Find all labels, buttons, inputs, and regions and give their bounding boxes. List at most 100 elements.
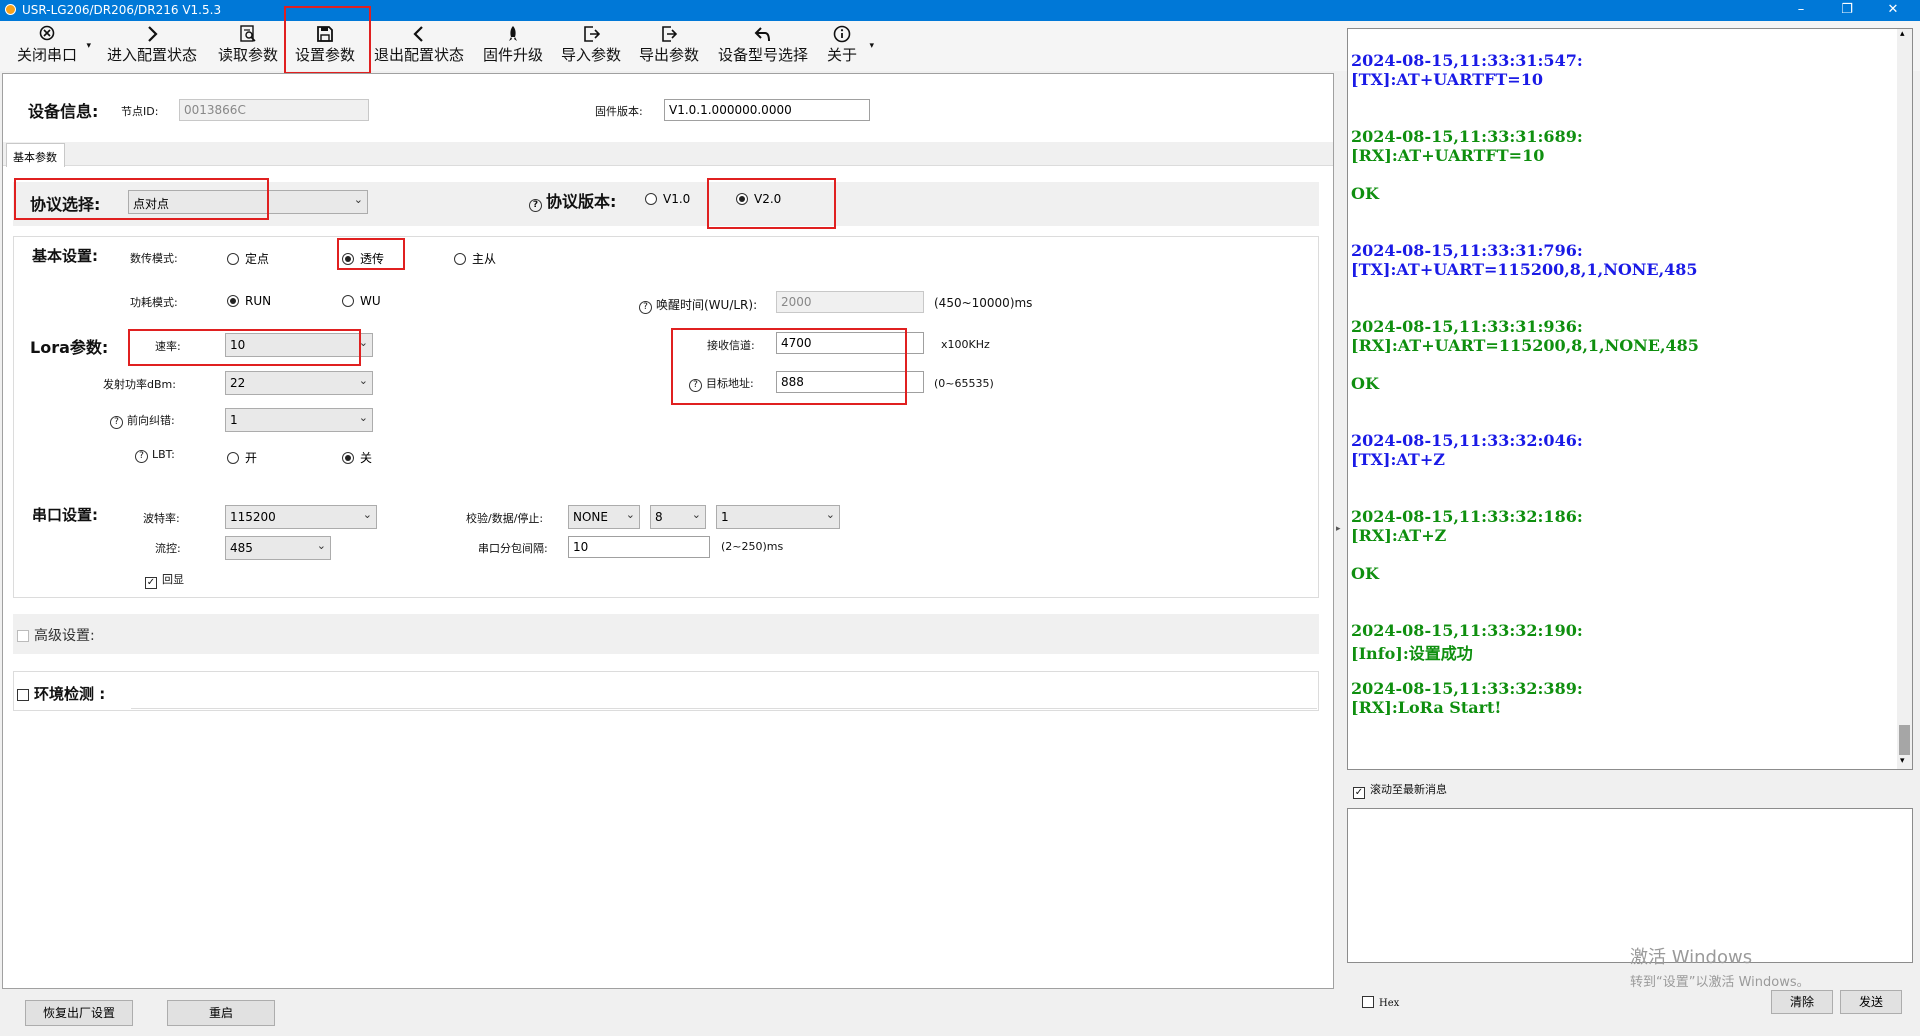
wake-time-range: (450~10000)ms xyxy=(934,296,1033,310)
close-port-icon xyxy=(39,25,55,41)
target-addr-field[interactable]: 888 xyxy=(776,371,924,393)
about-button[interactable]: 关于 ▾ xyxy=(824,23,874,69)
device-model-button[interactable]: 设备型号选择 xyxy=(714,23,812,69)
help-icon[interactable]: ? xyxy=(110,416,123,429)
scroll-up-icon[interactable]: ▴ xyxy=(1900,29,1905,39)
clear-button[interactable]: 清除 xyxy=(1771,990,1833,1014)
radio-circle xyxy=(227,452,239,464)
read-document-icon xyxy=(240,25,256,42)
log-line: 2024-08-15,11:33:32:186: xyxy=(1351,507,1583,526)
lbt-off-radio[interactable]: 关 xyxy=(342,449,372,466)
tab-basic-params[interactable]: 基本参数 xyxy=(6,143,65,167)
read-params-button[interactable]: 读取参数 xyxy=(215,23,281,69)
hex-checkbox[interactable]: Hex xyxy=(1362,996,1399,1009)
parity-select[interactable]: NONE ⌄ xyxy=(568,505,640,529)
minimize-button[interactable]: – xyxy=(1778,0,1824,21)
stop-bits-select[interactable]: 1 ⌄ xyxy=(716,505,840,529)
log-line: OK xyxy=(1351,564,1379,583)
help-icon[interactable]: ? xyxy=(135,450,148,463)
packet-interval-label: 串口分包间隔: xyxy=(478,542,548,555)
autoscroll-label: 滚动至最新消息 xyxy=(1370,783,1447,796)
lbt-on-label: 开 xyxy=(245,451,258,465)
rx-channel-field[interactable]: 4700 xyxy=(776,332,924,354)
lbt-label-text: LBT: xyxy=(152,448,175,461)
help-icon[interactable]: ? xyxy=(639,301,652,314)
protocol-select[interactable]: 点对点 ⌄ xyxy=(128,190,368,214)
parity-label: 校验/数据/停止: xyxy=(466,512,544,525)
chevron-down-icon: ⌄ xyxy=(358,374,368,387)
fec-select[interactable]: 1 ⌄ xyxy=(225,408,373,432)
device-model-label: 设备型号选择 xyxy=(717,46,808,64)
wake-time-field: 2000 xyxy=(776,291,924,313)
close-window-button[interactable]: ✕ xyxy=(1870,0,1916,21)
hex-label: Hex xyxy=(1379,998,1400,1009)
mode-fixed-radio[interactable]: 定点 xyxy=(227,250,269,267)
log-line: 2024-08-15,11:33:32:389: xyxy=(1351,679,1583,698)
protocol-v2-radio[interactable]: V2.0 xyxy=(736,192,781,206)
send-textarea[interactable] xyxy=(1347,808,1913,963)
firmware-upgrade-button[interactable]: 固件升级 xyxy=(480,23,546,69)
data-bits-select[interactable]: 8 ⌄ xyxy=(650,505,706,529)
autoscroll-checkbox[interactable]: ✓ 滚动至最新消息 xyxy=(1353,781,1447,799)
log-scrollbar[interactable]: ▴ ▾ xyxy=(1897,29,1912,769)
restart-button[interactable]: 重启 xyxy=(167,1000,275,1026)
splitter-handle[interactable]: ▸ xyxy=(1336,28,1344,988)
import-icon xyxy=(584,26,600,42)
tx-power-select[interactable]: 22 ⌄ xyxy=(225,371,373,395)
advanced-row xyxy=(13,614,1319,654)
log-line: [TX]:AT+UART=115200,8,1,NONE,485 xyxy=(1351,260,1698,279)
serial-settings-header: 串口设置: xyxy=(32,506,98,524)
chevron-left-icon xyxy=(413,26,423,42)
power-wu-radio[interactable]: WU xyxy=(342,294,381,308)
exit-config-button[interactable]: 退出配置状态 xyxy=(371,23,467,69)
dropdown-arrow-icon[interactable]: ▾ xyxy=(86,41,91,51)
flow-control-label: 流控: xyxy=(155,542,181,555)
lbt-on-radio[interactable]: 开 xyxy=(227,449,257,466)
advanced-toggle[interactable]: 高级设置: xyxy=(17,625,95,645)
log-line: [RX]:AT+Z xyxy=(1351,526,1447,545)
mode-master-slave-radio[interactable]: 主从 xyxy=(454,250,496,267)
log-panel[interactable]: 2024-08-15,11:33:31:547: [TX]:AT+UARTFT=… xyxy=(1347,28,1913,770)
tx-power-select-value: 22 xyxy=(230,376,246,390)
factory-reset-button[interactable]: 恢复出厂设置 xyxy=(25,1000,133,1026)
help-icon[interactable]: ? xyxy=(689,379,702,392)
activation-watermark-title: 激活 Windows xyxy=(1630,947,1753,968)
set-params-button[interactable]: 设置参数 xyxy=(292,23,358,69)
scroll-thumb[interactable] xyxy=(1899,725,1910,755)
protocol-v1-radio[interactable]: V1.0 xyxy=(645,192,690,206)
tab-bar xyxy=(3,142,1333,166)
rate-select[interactable]: 10 ⌄ xyxy=(225,333,373,357)
node-id-field: 0013866C xyxy=(179,99,369,121)
flow-control-select[interactable]: 485 ⌄ xyxy=(225,536,331,560)
transmit-mode-label: 数传模式: xyxy=(130,252,178,265)
advanced-label: 高级设置: xyxy=(34,628,95,644)
log-line: OK xyxy=(1351,184,1379,203)
scroll-down-icon[interactable]: ▾ xyxy=(1900,756,1905,766)
chevron-down-icon: ⌄ xyxy=(691,508,701,521)
parity-select-value: NONE xyxy=(573,510,608,524)
packet-interval-field[interactable]: 10 xyxy=(568,536,710,558)
log-line: [TX]:AT+Z xyxy=(1351,450,1445,469)
echo-checkbox[interactable]: ✓ 回显 xyxy=(145,571,184,589)
stop-bits-select-value: 1 xyxy=(721,510,729,524)
config-panel: 设备信息: 节点ID: 0013866C 固件版本: V1.0.1.000000… xyxy=(2,73,1334,989)
send-button[interactable]: 发送 xyxy=(1840,990,1902,1014)
about-dropdown-arrow-icon[interactable]: ▾ xyxy=(869,41,874,51)
help-icon[interactable]: ? xyxy=(529,199,542,212)
enter-config-button[interactable]: 进入配置状态 xyxy=(104,23,200,69)
device-info-header: 设备信息: xyxy=(28,102,99,121)
checkbox-icon xyxy=(17,630,29,642)
env-toggle[interactable]: 环境检测 : xyxy=(17,683,105,704)
maximize-button[interactable]: ❐ xyxy=(1824,0,1870,21)
baud-select[interactable]: 115200 ⌄ xyxy=(225,505,377,529)
target-addr-range: (0~65535) xyxy=(934,377,994,390)
baud-select-value: 115200 xyxy=(230,510,276,524)
mode-transparent-radio[interactable]: 透传 xyxy=(342,250,384,267)
export-params-button[interactable]: 导出参数 xyxy=(636,23,702,69)
import-params-button[interactable]: 导入参数 xyxy=(558,23,624,69)
target-addr-label-text: 目标地址: xyxy=(706,377,754,390)
power-run-radio[interactable]: RUN xyxy=(227,294,271,308)
lbt-label: ? LBT: xyxy=(135,448,175,463)
data-bits-select-value: 8 xyxy=(655,510,663,524)
close-port-button[interactable]: 关闭串口 ▾ xyxy=(12,23,91,69)
